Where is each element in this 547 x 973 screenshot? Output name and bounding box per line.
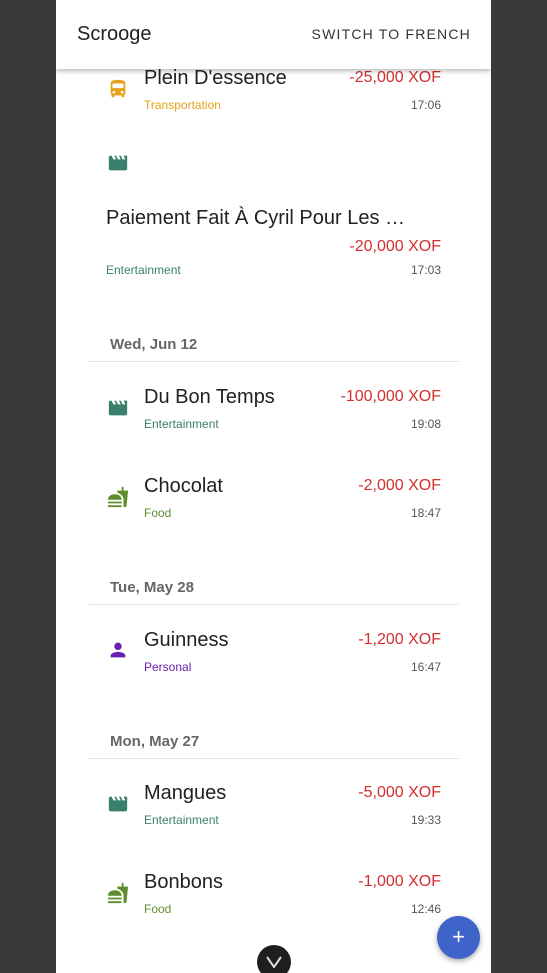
divider	[89, 361, 459, 362]
transaction-amount: -25,000 XOF	[349, 69, 441, 86]
transaction-name: Du Bon Temps	[144, 386, 275, 408]
transaction-time: 19:33	[410, 813, 441, 827]
transaction-category: Entertainment	[144, 417, 219, 431]
transaction-item[interactable]: Plein D'essence -25,000 XOF Transportati…	[56, 60, 491, 120]
transaction-category: Transportation	[144, 98, 221, 112]
transaction-item[interactable]: Du Bon Temps -100,000 XOF Entertainment …	[56, 380, 491, 440]
bus-icon	[110, 79, 126, 98]
add-transaction-button[interactable]: +	[437, 916, 480, 959]
transaction-category: Food	[144, 902, 172, 916]
transaction-time: 18:47	[410, 506, 441, 520]
transaction-name: Guinness	[144, 629, 229, 651]
transaction-time: 17:03	[410, 263, 441, 277]
chevron-down-icon	[266, 956, 282, 968]
transaction-amount: -5,000 XOF	[358, 784, 441, 801]
transaction-item[interactable]: Bonbons -1,000 XOF Food 12:46	[56, 866, 491, 926]
app-bar: Scrooge SWITCH TO FRENCH	[56, 0, 491, 69]
person-icon	[110, 642, 126, 658]
transaction-name: Paiement Fait À Cyril Pour Les …	[106, 207, 405, 229]
transaction-name: Bonbons	[144, 871, 223, 893]
switch-language-button[interactable]: SWITCH TO FRENCH	[312, 26, 471, 42]
scroll-down-button[interactable]	[257, 945, 291, 973]
divider	[89, 758, 459, 759]
fastfood-icon	[107, 882, 129, 904]
transaction-item[interactable]: Mangues -5,000 XOF Entertainment 19:33	[56, 777, 491, 837]
date-header: Mon, May 27	[110, 733, 200, 750]
transaction-time: 19:08	[410, 417, 441, 431]
transaction-time: 16:47	[410, 660, 441, 674]
app-title: Scrooge	[77, 23, 152, 45]
transaction-time: 17:06	[410, 98, 441, 112]
transaction-item[interactable]: Paiement Fait À Cyril Pour Les … -20,000…	[56, 145, 491, 285]
fastfood-icon	[107, 486, 129, 508]
clapperboard-icon	[108, 400, 128, 416]
transaction-amount: -1,200 XOF	[358, 631, 441, 648]
transaction-name: Chocolat	[144, 475, 223, 497]
transaction-category: Entertainment	[144, 813, 219, 827]
transaction-amount: -20,000 XOF	[349, 238, 441, 255]
transaction-amount: -100,000 XOF	[340, 388, 442, 405]
transaction-item[interactable]: Guinness -1,200 XOF Personal 16:47	[56, 623, 491, 683]
divider	[89, 604, 459, 605]
transaction-category: Entertainment	[106, 263, 181, 277]
transaction-name: Plein D'essence	[144, 67, 287, 89]
date-header: Tue, May 28	[110, 579, 194, 596]
transaction-amount: -1,000 XOF	[358, 873, 441, 890]
transaction-category: Food	[144, 506, 172, 520]
clapperboard-icon	[108, 796, 128, 812]
clapperboard-icon	[108, 155, 128, 171]
transaction-amount: -2,000 XOF	[358, 477, 441, 494]
transaction-time: 12:46	[410, 902, 441, 916]
transaction-category: Personal	[144, 660, 192, 674]
date-header: Wed, Jun 12	[110, 336, 198, 353]
phone-screen: Scrooge SWITCH TO FRENCH Plein D'essence…	[56, 0, 491, 973]
transaction-item[interactable]: Chocolat -2,000 XOF Food 18:47	[56, 469, 491, 529]
transaction-name: Mangues	[144, 782, 227, 804]
